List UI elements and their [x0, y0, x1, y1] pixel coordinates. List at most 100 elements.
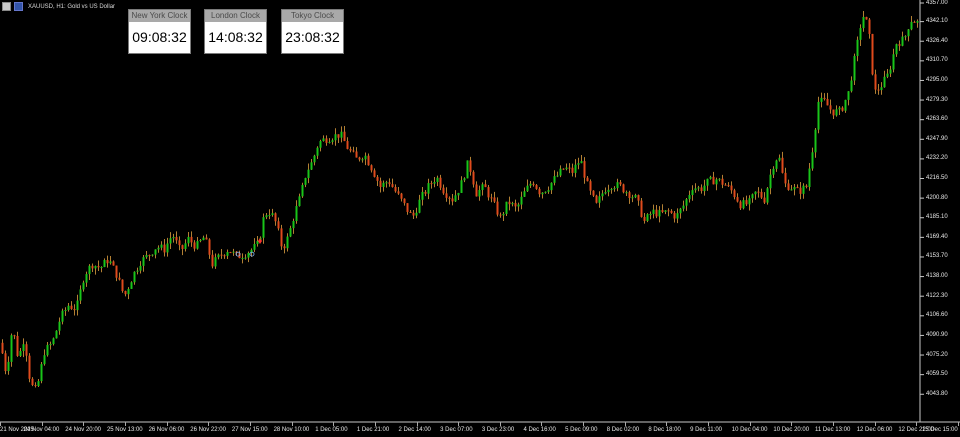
candle	[496, 197, 499, 217]
candle	[631, 194, 634, 203]
time-tick	[583, 422, 585, 426]
candle	[124, 290, 127, 297]
price-tick-label: 4216.50	[926, 175, 948, 181]
candle	[685, 198, 688, 211]
candle	[733, 188, 736, 200]
candle	[169, 232, 172, 250]
candle	[301, 182, 304, 198]
candle	[106, 255, 109, 268]
candle	[268, 209, 271, 220]
candle	[673, 211, 676, 223]
time-tick	[541, 422, 543, 426]
candle	[604, 187, 607, 195]
candle	[787, 179, 790, 191]
candle	[763, 192, 766, 205]
candle	[853, 53, 856, 86]
candle	[691, 185, 694, 201]
candle	[61, 308, 64, 325]
candle	[532, 181, 535, 187]
candle	[688, 190, 691, 203]
candle	[622, 183, 625, 194]
candle	[910, 16, 913, 31]
candle	[454, 190, 457, 202]
candle	[304, 177, 307, 188]
candle	[880, 82, 883, 95]
candle	[568, 163, 571, 174]
time-tick-label: 5 Dec 09:00	[565, 427, 598, 433]
clock-widget-london[interactable]: London Clock 14:08:32	[204, 9, 267, 54]
candle	[334, 128, 337, 146]
candle	[547, 186, 550, 194]
candle	[379, 177, 382, 193]
candle	[490, 193, 493, 203]
candle	[403, 198, 406, 206]
candle	[274, 212, 277, 226]
time-tick	[41, 422, 43, 426]
candle	[820, 92, 823, 108]
candle	[328, 138, 331, 144]
candle	[358, 156, 361, 162]
time-tick-label: 24 Nov 04:00	[23, 427, 60, 433]
candle	[349, 146, 352, 153]
candle	[670, 209, 673, 214]
candle	[85, 271, 88, 287]
candle	[745, 195, 748, 207]
candle	[889, 65, 892, 78]
price-tick-label: 4357.00	[926, 0, 948, 6]
candle	[28, 353, 31, 383]
candle	[244, 254, 247, 260]
candle	[871, 33, 874, 76]
time-tick-label: 10 Dec 20:00	[773, 427, 810, 433]
candle	[784, 167, 787, 188]
time-tick	[458, 422, 460, 426]
candle	[58, 317, 61, 335]
candle	[352, 146, 355, 153]
candle	[709, 175, 712, 180]
price-tick-label: 4122.30	[926, 292, 948, 299]
price-tick-label: 4232.20	[926, 155, 948, 162]
clock-time: 23:08:32	[285, 29, 340, 45]
candle	[520, 191, 523, 210]
candle	[481, 182, 484, 196]
candle	[619, 179, 622, 187]
candle	[412, 210, 415, 219]
candle	[508, 196, 511, 211]
candle	[394, 184, 397, 193]
candle	[457, 192, 460, 201]
price-tick-label: 4200.80	[926, 194, 948, 201]
candle	[229, 251, 232, 254]
clock-widget-new-york[interactable]: New York Clock 09:08:32	[128, 9, 191, 54]
candle	[193, 240, 196, 252]
candle	[790, 185, 793, 191]
time-tick-label: 11 Dec 13:00	[815, 427, 851, 433]
price-tick-label: 4185.10	[926, 214, 948, 221]
candle	[118, 272, 121, 281]
candle	[838, 106, 841, 115]
candle	[877, 84, 880, 95]
candle	[346, 137, 349, 150]
candle	[571, 163, 574, 177]
candle	[148, 254, 151, 261]
candle	[874, 69, 877, 94]
clock-widget-tokyo[interactable]: Tokyo Clock 23:08:32	[281, 9, 344, 54]
candle	[424, 190, 427, 197]
candle	[202, 235, 205, 241]
candle	[88, 264, 91, 281]
candle	[577, 157, 580, 170]
candle	[142, 255, 145, 272]
candle	[256, 236, 259, 247]
candle	[382, 180, 385, 192]
candle	[292, 218, 295, 234]
candle	[307, 163, 310, 184]
price-chart[interactable]	[0, 0, 960, 437]
candle	[847, 91, 850, 106]
candle	[55, 330, 58, 339]
candle	[184, 239, 187, 252]
candle	[466, 160, 469, 179]
candle	[553, 170, 556, 186]
candle	[310, 158, 313, 170]
candle	[217, 253, 220, 260]
price-tick-label: 4106.60	[926, 312, 948, 319]
time-tick-label: 1 Dec 21:00	[356, 427, 390, 433]
candle	[625, 190, 628, 196]
